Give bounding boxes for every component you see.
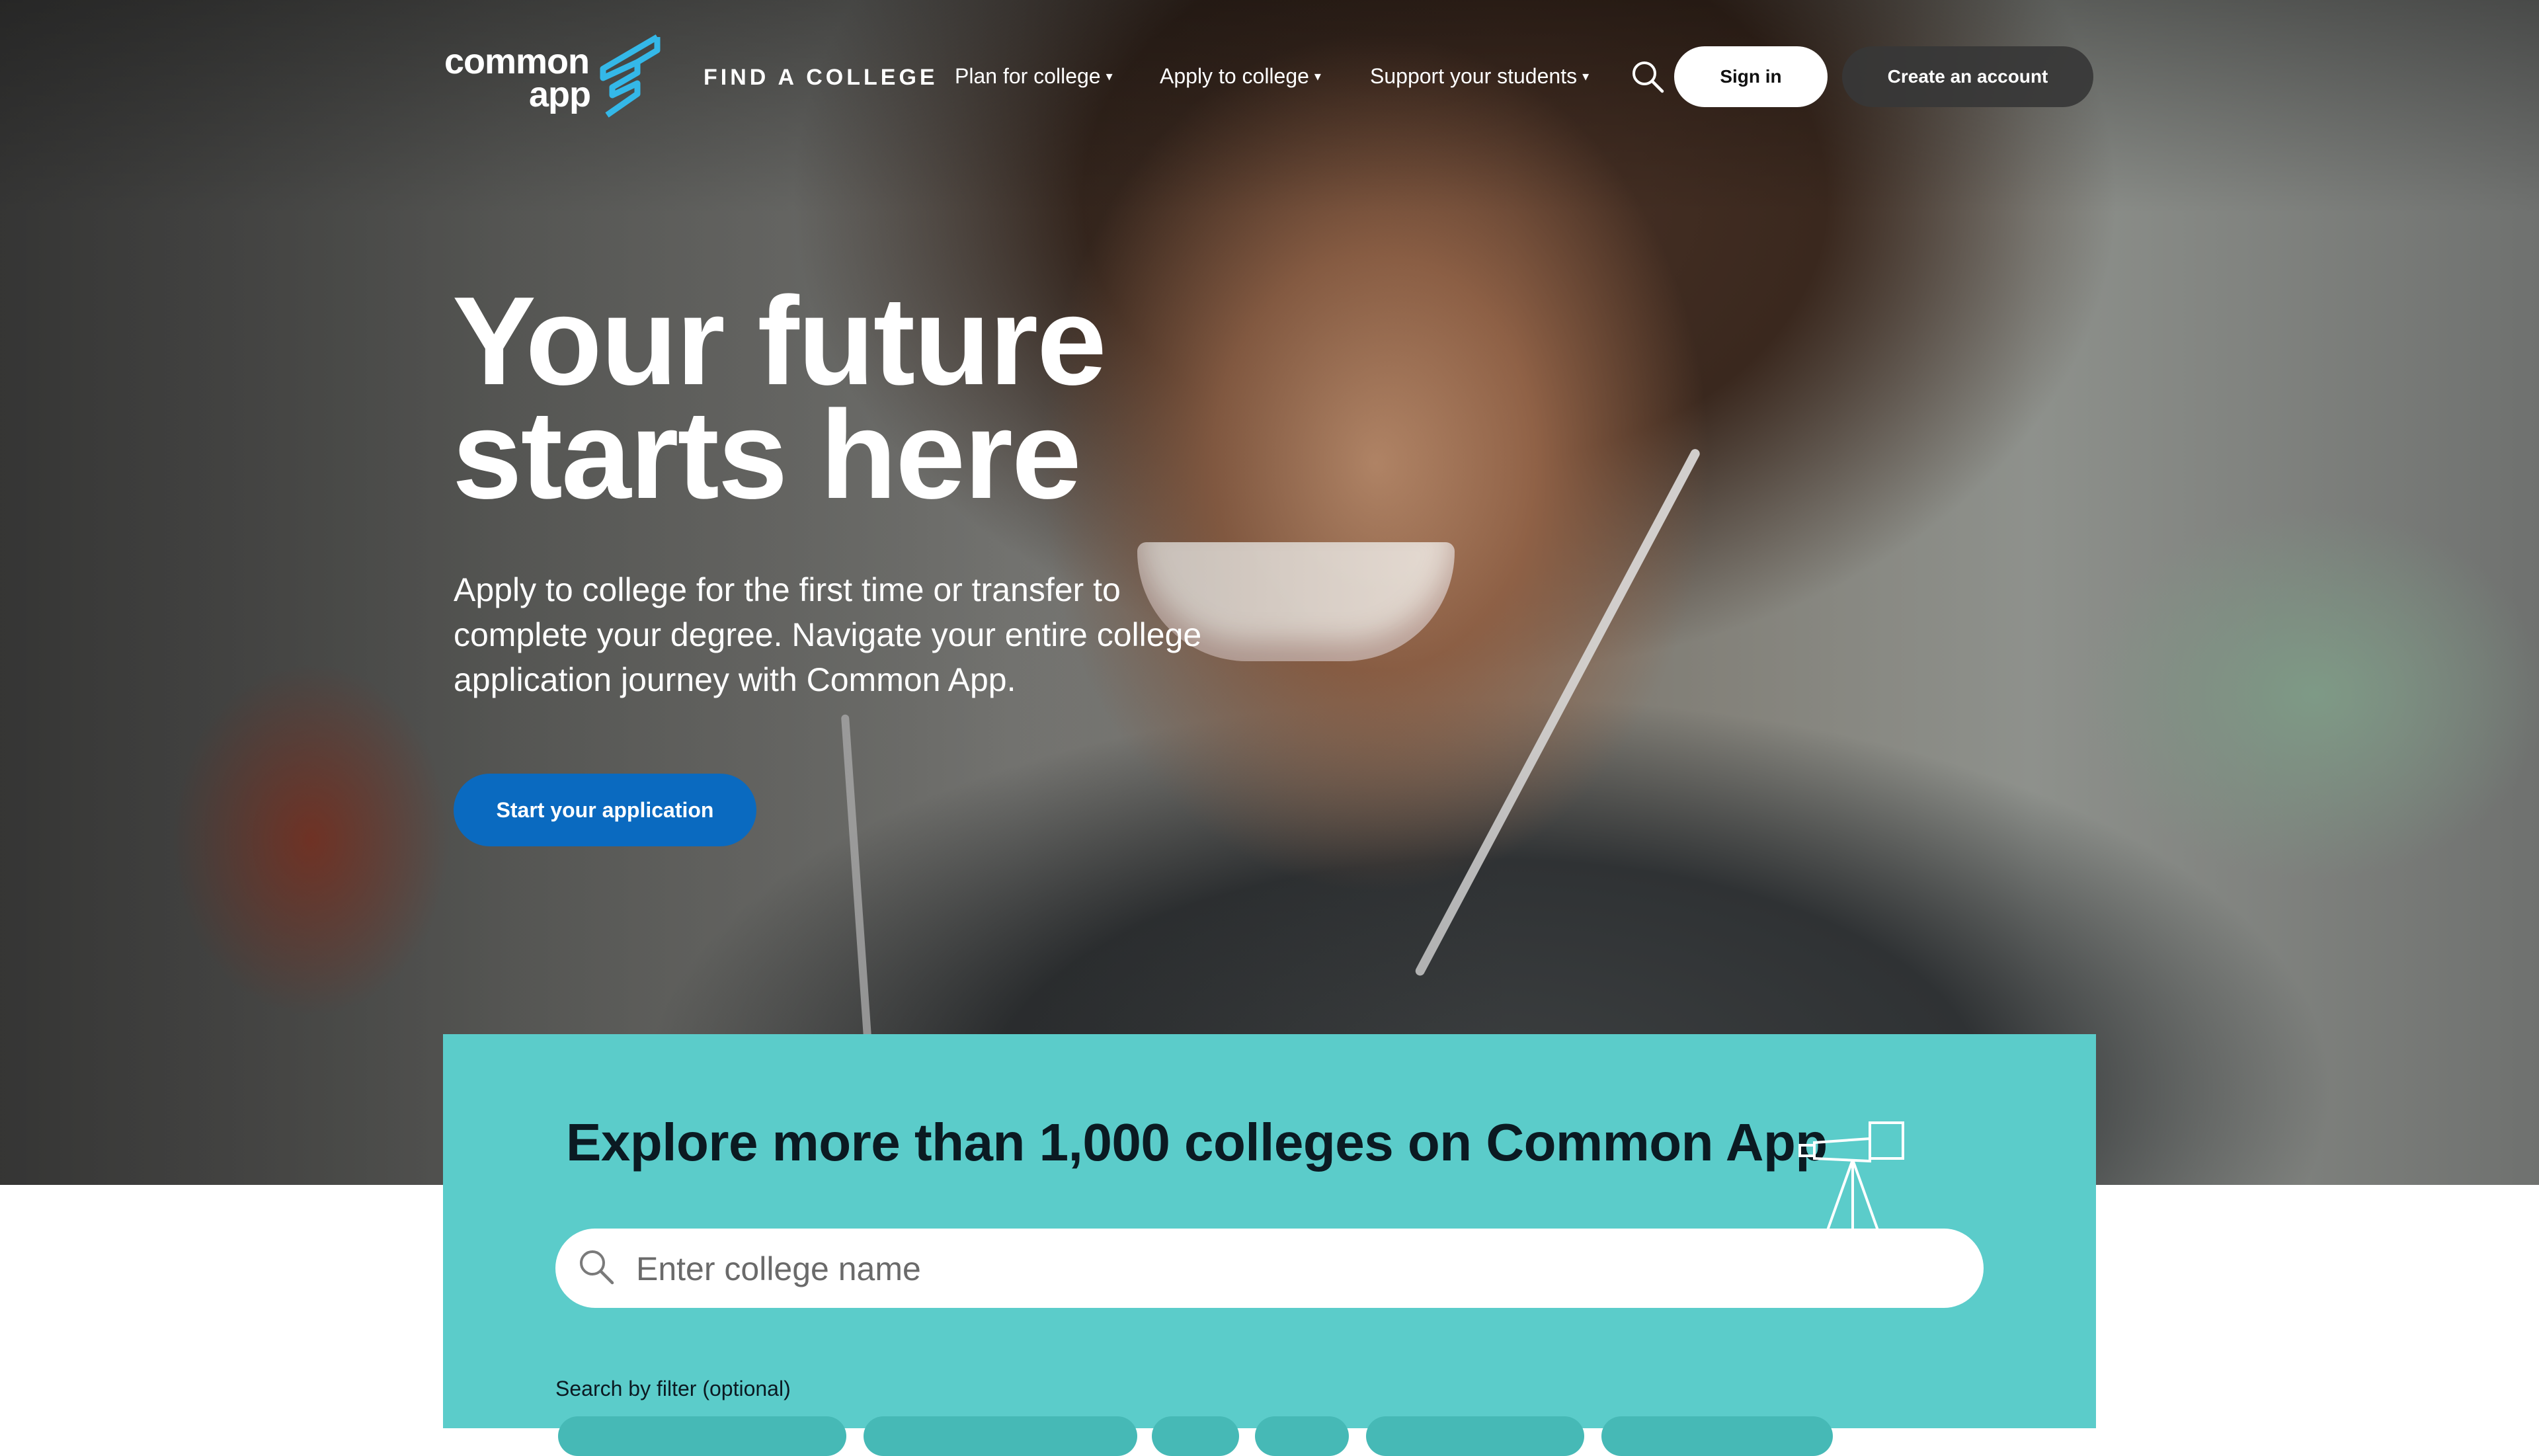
explore-colleges-panel: Explore more than 1,000 colleges on Comm… xyxy=(443,1034,2096,1456)
logo-wordmark: common app xyxy=(444,44,591,114)
filter-chip[interactable] xyxy=(864,1416,1137,1456)
nav-plan-for-college[interactable]: Plan for college ▾ xyxy=(955,64,1113,89)
nav-apply-label: Apply to college xyxy=(1160,64,1309,88)
filter-chip[interactable] xyxy=(1601,1416,1833,1456)
caret-down-icon: ▾ xyxy=(1314,69,1321,84)
find-a-college-link[interactable]: FIND A COLLEGE xyxy=(704,65,938,91)
filter-label: Search by filter (optional) xyxy=(555,1377,791,1400)
create-account-button[interactable]: Create an account xyxy=(1842,46,2093,107)
hero-subtitle-line-2: complete your degree. Navigate your enti… xyxy=(454,616,1202,653)
filter-chip[interactable] xyxy=(1366,1416,1584,1456)
common-app-logo[interactable]: common app xyxy=(444,34,663,120)
start-application-button[interactable]: Start your application xyxy=(454,774,756,846)
search-icon xyxy=(580,1250,614,1285)
hero-background xyxy=(0,0,2539,1185)
college-search-field[interactable] xyxy=(555,1229,1984,1309)
top-navigation: common app FIND A COLLEGE Plan for colle… xyxy=(0,0,2539,159)
nav-support-your-students[interactable]: Support your students ▾ xyxy=(1370,64,1589,89)
logo-line-2: app xyxy=(529,75,591,114)
hero-title: Your future starts here xyxy=(452,278,1246,518)
hero-overlay xyxy=(0,0,2539,1185)
nav-support-label: Support your students xyxy=(1370,64,1578,88)
caret-down-icon: ▾ xyxy=(1106,69,1113,84)
search-icon[interactable] xyxy=(1631,60,1665,94)
hero-subtitle-line-1: Apply to college for the first time or t… xyxy=(454,571,1121,608)
sign-in-button[interactable]: Sign in xyxy=(1674,46,1828,107)
hero-title-line-2: starts here xyxy=(452,385,1082,525)
filter-chip[interactable] xyxy=(1152,1416,1239,1456)
nav-plan-label: Plan for college xyxy=(955,64,1101,88)
explore-title: Explore more than 1,000 colleges on Comm… xyxy=(566,1113,1828,1172)
filter-chip[interactable] xyxy=(558,1416,846,1456)
logo-mark-icon xyxy=(600,34,661,118)
hero-subtitle: Apply to college for the first time or t… xyxy=(454,567,1247,702)
hero-subtitle-line-3: application journey with Common App. xyxy=(454,661,1016,698)
nav-apply-to-college[interactable]: Apply to college ▾ xyxy=(1160,64,1321,89)
caret-down-icon: ▾ xyxy=(1582,69,1590,84)
filter-chip[interactable] xyxy=(1255,1416,1349,1456)
college-name-input[interactable] xyxy=(635,1229,1953,1309)
telescope-icon xyxy=(1798,1121,1904,1234)
